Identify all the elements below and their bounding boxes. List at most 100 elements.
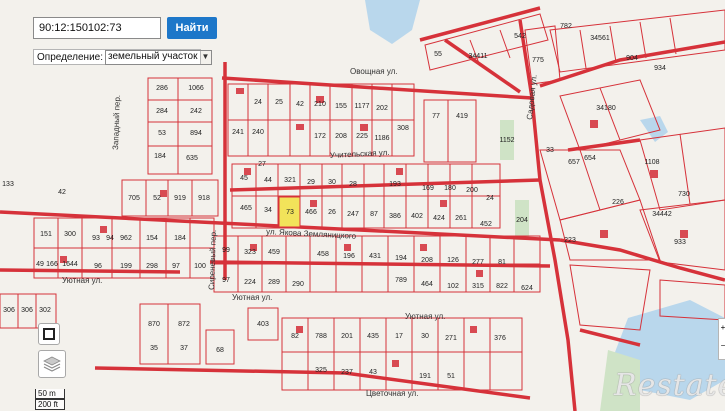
parcel-label: 96: [94, 263, 102, 270]
parcel-label: 1152: [499, 137, 514, 144]
parcel-label: 247: [347, 211, 359, 218]
parcel-label: 419: [456, 113, 468, 120]
parcel-label: 933: [674, 239, 686, 246]
scale-metric: 50 m: [35, 389, 65, 399]
parcel-label: 705: [128, 195, 140, 202]
parcel-label: 1186: [374, 135, 389, 142]
parcel-label: 33: [546, 147, 554, 154]
parcel-label: 452: [480, 221, 492, 228]
parcel-label: 962: [120, 235, 132, 242]
cadastral-search-input[interactable]: [33, 17, 161, 39]
parcel-label: 210: [314, 101, 326, 108]
find-button[interactable]: Найти: [167, 17, 217, 39]
parcel-label: 918: [198, 195, 210, 202]
object-type-select[interactable]: земельный участок ▼: [105, 49, 213, 65]
parcel-label: 435: [367, 333, 379, 340]
parcel-label: 289: [268, 279, 280, 286]
zoom-in-icon[interactable]: +: [719, 319, 725, 337]
definition-label: Определение:: [37, 51, 104, 63]
street-label: Западный пер.: [111, 95, 122, 150]
parcel-label: 200: [466, 187, 478, 194]
parcel-label: 872: [178, 321, 190, 328]
parcel-label: 376: [494, 335, 506, 342]
parcel-label: 30: [421, 333, 429, 340]
parcel-label: 241: [232, 129, 244, 136]
parcel-label: 201: [341, 333, 353, 340]
parcel-label: 102: [447, 283, 459, 290]
parcel-label: 34442: [652, 211, 672, 218]
parcel-label: 208: [421, 257, 433, 264]
parcel-label: 100: [194, 263, 206, 270]
layers-button[interactable]: [38, 350, 66, 378]
parcel-label: 624: [521, 285, 533, 292]
parcel-label: 403: [257, 321, 269, 328]
zoom-control[interactable]: + −: [718, 318, 725, 360]
zoom-out-icon[interactable]: −: [719, 337, 725, 355]
parcel-label: 789: [395, 277, 407, 284]
definition-row: Определение: земельный участок ▼: [33, 49, 213, 65]
parcel-label: 290: [292, 281, 304, 288]
street-label: Уютная ул.: [232, 293, 272, 302]
parcel-label: 87: [370, 211, 378, 218]
parcel-label: 155: [335, 103, 347, 110]
scale-imperial: 200 ft: [35, 399, 65, 410]
parcel-label: 284: [156, 108, 168, 115]
street-label: Овощная ул.: [350, 67, 398, 76]
parcel-label: 154: [146, 235, 158, 242]
scale-bar: 50 m 200 ft: [35, 389, 65, 410]
parcel-label: 822: [496, 283, 508, 290]
parcel-label: 782: [560, 23, 572, 30]
parcel-label: 172: [314, 133, 326, 140]
parcel-label: 28: [349, 181, 357, 188]
parcel-label: 242: [190, 108, 202, 115]
parcel-label: 325: [315, 367, 327, 374]
watermark-logo: Restate: [614, 368, 725, 403]
parcel-label: 458: [317, 251, 329, 258]
parcel-label: 306: [21, 307, 33, 314]
parcel-label: 315: [472, 283, 484, 290]
parcel-label: 308: [397, 125, 409, 132]
parcel-label: 466: [305, 209, 317, 216]
parcel-label: 202: [376, 105, 388, 112]
parcel-label: 277: [472, 259, 484, 266]
parcel-label: 654: [584, 155, 596, 162]
parcel-label: 37: [180, 345, 188, 352]
parcel-label: 730: [678, 191, 690, 198]
parcel-label: 226: [612, 199, 624, 206]
parcel-label: 53: [158, 130, 166, 137]
street-label: Уютная ул.: [62, 276, 102, 285]
parcel-label: 223: [564, 237, 576, 244]
parcel-label: 34561: [590, 35, 610, 42]
parcel-label: 81: [498, 259, 506, 266]
parcel-label: 208: [335, 133, 347, 140]
parcel-label: 196: [343, 253, 355, 260]
parcel-label: 93: [92, 235, 100, 242]
parcel-label: 386: [389, 213, 401, 220]
parcel-label: 321: [284, 177, 296, 184]
layers-icon: [43, 356, 61, 372]
parcel-label: 29: [307, 179, 315, 186]
parcel-label: 27: [258, 161, 266, 168]
parcel-label: 77: [432, 113, 440, 120]
parcel-label: 424: [433, 215, 445, 222]
parcel-label: 68: [216, 347, 224, 354]
parcel-label: 542: [514, 33, 526, 40]
parcel-label: 24: [254, 99, 262, 106]
parcel-label: 49: [36, 261, 44, 268]
parcel-label: 323: [244, 249, 256, 256]
parcel-label: 240: [252, 129, 264, 136]
parcel-label: 635: [186, 155, 198, 162]
parcel-label: 51: [447, 373, 455, 380]
parcel-label: 184: [154, 153, 166, 160]
parcel-label: 1066: [188, 85, 204, 92]
object-type-value: земельный участок: [108, 51, 198, 62]
parcel-label: 934: [654, 65, 666, 72]
parcel-label: 788: [315, 333, 327, 340]
parcel-label: 204: [516, 217, 528, 224]
chevron-down-icon: ▼: [201, 52, 210, 61]
parcel-label: 237: [341, 369, 353, 376]
measure-tool-button[interactable]: [38, 323, 60, 345]
parcel-label: 225: [356, 133, 368, 140]
parcel-label: 894: [190, 130, 202, 137]
parcel-label: 166: [46, 261, 58, 268]
